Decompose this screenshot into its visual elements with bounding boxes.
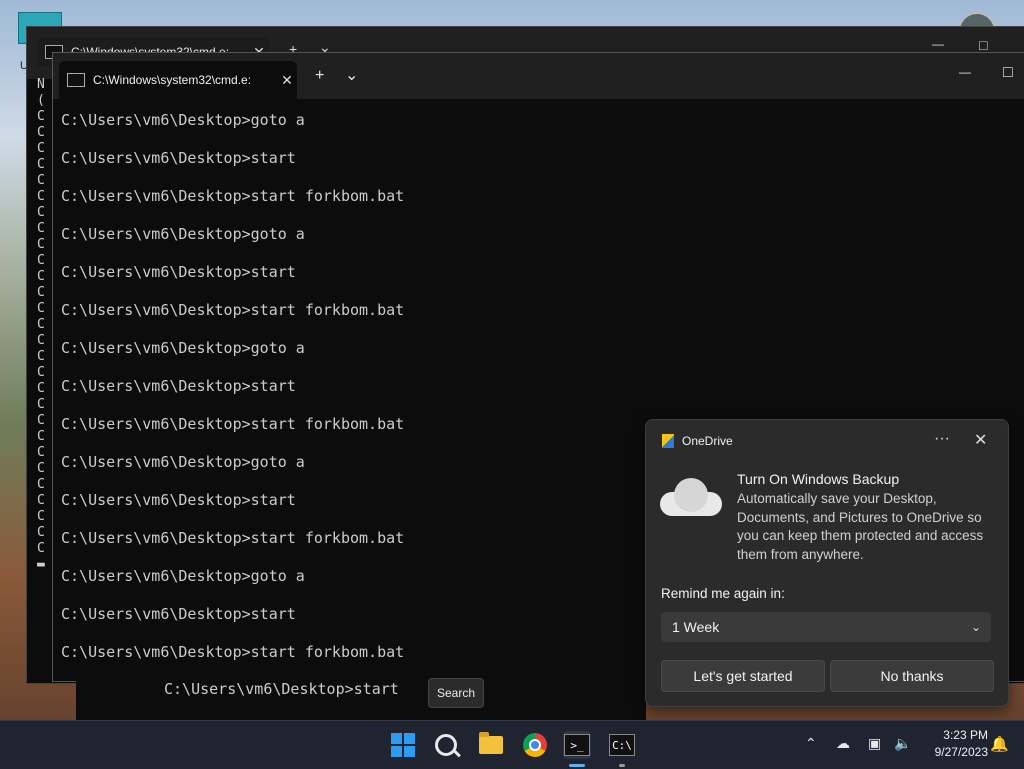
maximize-button[interactable]: □ — [1003, 64, 1013, 82]
cmd-icon: C:\ — [609, 734, 635, 756]
remind-select[interactable]: 1 Week ⌄ — [661, 612, 991, 642]
console-line: C:\Users\vm6\Desktop>start forkbom.bat — [61, 187, 405, 205]
notification-title: Turn On Windows Backup — [737, 471, 900, 487]
no-thanks-button[interactable]: No thanks — [830, 660, 994, 692]
console-line: C:\Users\vm6\Desktop>goto a — [61, 225, 305, 243]
search-icon — [435, 734, 457, 756]
cloud-icon — [660, 478, 722, 516]
tab-title: C:\Windows\system32\cmd.e: — [93, 73, 252, 87]
chevron-down-icon: ⌄ — [970, 620, 982, 634]
active-indicator — [569, 764, 585, 767]
clock-date: 9/27/2023 — [934, 745, 988, 759]
onedrive-logo-icon — [662, 434, 674, 448]
console-line: C:\Users\vm6\Desktop>start forkbom.bat — [61, 301, 405, 319]
notification-body: Automatically save your Desktop, Documen… — [737, 491, 984, 562]
console-line: C:\Users\vm6\Desktop>start — [61, 263, 296, 281]
tab-dropdown-button[interactable]: ⌄ — [345, 65, 358, 85]
windows-logo-icon — [391, 733, 415, 757]
remind-label: Remind me again in: — [661, 586, 785, 601]
terminal-icon: >_ — [564, 734, 590, 756]
search-button[interactable] — [432, 731, 460, 759]
clock-time: 3:23 PM — [943, 728, 988, 742]
start-button[interactable] — [389, 731, 417, 759]
taskbar: >_ C:\ ⌃ ☁ ▣ 🔈 3:23 PM 9/27/2023 🔔 — [0, 720, 1024, 769]
remind-select-value: 1 Week — [672, 619, 720, 635]
tab-close-icon[interactable]: ✕ — [277, 72, 297, 89]
search-tooltip: Search — [428, 678, 484, 708]
cmd-taskbar-button[interactable]: C:\ — [608, 731, 636, 759]
notification-bell-icon[interactable]: 🔔 — [990, 735, 1009, 753]
close-icon[interactable]: ✕ — [974, 430, 987, 450]
console-line: C:\Users\vm6\Desktop>start — [61, 149, 296, 167]
onedrive-notification[interactable]: OneDrive ··· ✕ Turn On Windows Backup Au… — [645, 419, 1009, 707]
clock[interactable]: 3:23 PM 9/27/2023 — [916, 727, 988, 761]
tab-bar-front: C:\Windows\system32\cmd.e: ✕ + ⌄ — □ — [53, 53, 1024, 99]
background-console-line: C:\Users\vm6\Desktop>start — [164, 680, 399, 698]
more-options-icon[interactable]: ··· — [934, 430, 950, 448]
console-line: C:\Users\vm6\Desktop>start — [61, 377, 296, 395]
chrome-button[interactable] — [521, 731, 549, 759]
network-icon[interactable]: ▣ — [868, 735, 881, 752]
new-tab-button[interactable]: + — [315, 67, 324, 85]
maximize-button[interactable]: □ — [979, 37, 987, 53]
volume-muted-icon[interactable]: 🔈 — [894, 735, 911, 752]
chrome-icon — [523, 733, 547, 757]
cmd-tab-icon — [67, 73, 85, 87]
running-indicator — [619, 764, 625, 767]
minimize-button[interactable]: — — [959, 65, 971, 79]
minimize-button[interactable]: — — [932, 37, 944, 51]
terminal-taskbar-button[interactable]: >_ — [563, 731, 591, 759]
show-hidden-icons-chevron-icon[interactable]: ⌃ — [805, 735, 817, 752]
file-explorer-button[interactable] — [477, 731, 505, 759]
lets-get-started-button[interactable]: Let's get started — [661, 660, 825, 692]
console-line: C:\Users\vm6\Desktop>goto a — [61, 111, 305, 129]
onedrive-tray-icon[interactable]: ☁ — [836, 735, 850, 752]
folder-icon — [479, 732, 503, 754]
notification-header: OneDrive — [662, 434, 733, 448]
console-line: C:\Users\vm6\Desktop>goto a — [61, 339, 305, 357]
tab-cmd-front[interactable]: C:\Windows\system32\cmd.e: ✕ — [59, 61, 297, 99]
notification-app-name: OneDrive — [682, 434, 733, 448]
